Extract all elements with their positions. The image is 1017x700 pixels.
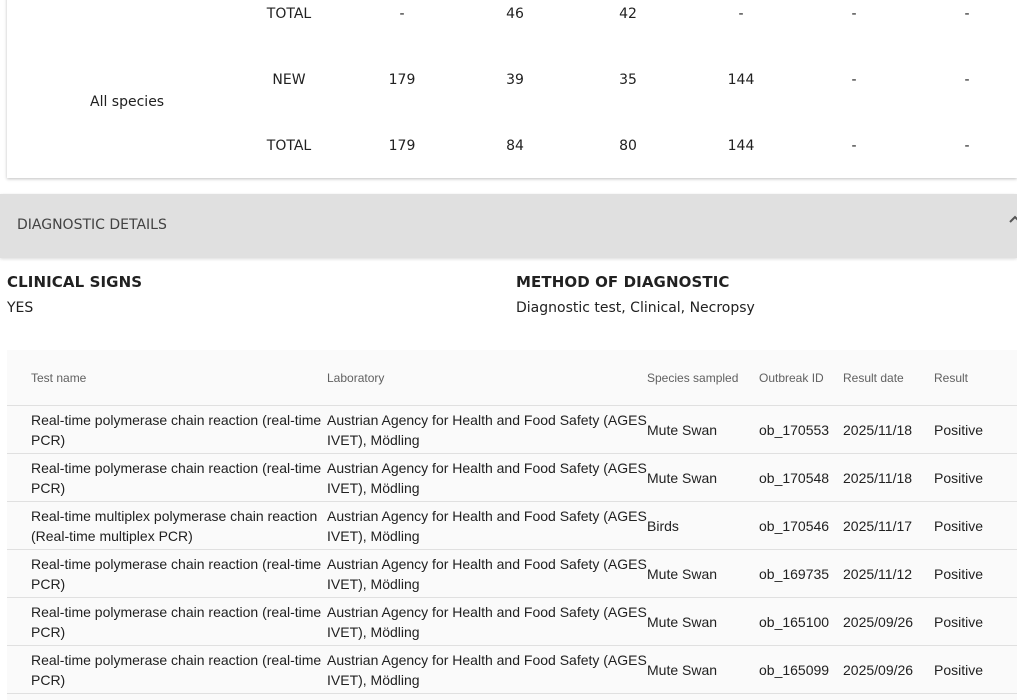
species-cell: Mute Swan (647, 453, 759, 502)
test-name-cell: Real-time polymerase chain reaction (rea… (7, 453, 327, 502)
summary-cell: - (964, 138, 970, 154)
test-name-cell: Real-time polymerase chain reaction (rea… (7, 405, 327, 454)
summary-cell: 179 (388, 138, 416, 154)
result-cell: Positive (934, 645, 1017, 694)
summary-cell: - (964, 72, 970, 88)
table-row[interactable]: Real-time polymerase chain reaction (rea… (7, 405, 1017, 454)
summary-cell: - (851, 6, 857, 22)
table-row[interactable]: Real-time polymerase chain reaction (rea… (7, 645, 1017, 694)
column-header-result[interactable]: Result (934, 350, 1017, 406)
summary-cell: - (738, 6, 744, 22)
species-summary-card: TOTAL - 46 42 - - - All species NEW 179 … (7, 0, 1017, 178)
method-of-diagnostic-heading: METHOD OF DIAGNOSTIC (516, 273, 730, 291)
clinical-signs-heading: CLINICAL SIGNS (7, 273, 143, 291)
result-date-cell: 2025/11/12 (843, 549, 934, 598)
result-date-cell: 2025/11/18 (843, 405, 934, 454)
test-name-cell: Real-time polymerase chain reaction (rea… (7, 645, 327, 694)
laboratory-cell: Austrian Agency for Health and Food Safe… (327, 645, 647, 694)
column-header-test-name[interactable]: Test name (7, 350, 327, 406)
summary-cell: 42 (619, 6, 637, 22)
summary-cell: 84 (506, 138, 524, 154)
laboratory-cell: Austrian Agency for Health and Food Safe… (327, 549, 647, 598)
page: TOTAL - 46 42 - - - All species NEW 179 … (0, 0, 1017, 700)
summary-cell: - (851, 138, 857, 154)
test-name-cell: Real-time polymerase chain reaction (rea… (7, 597, 327, 646)
summary-cell: 46 (506, 6, 524, 22)
result-cell: Positive (934, 549, 1017, 598)
table-row[interactable]: Real-time polymerase chain reaction (rea… (7, 549, 1017, 598)
result-date-cell: 2025/09/26 (843, 645, 934, 694)
summary-cell: 144 (727, 72, 755, 88)
summary-cell: 144 (727, 138, 755, 154)
summary-cell: 80 (619, 138, 637, 154)
summary-cell: 179 (388, 72, 416, 88)
summary-cell: - (851, 72, 857, 88)
species-cell: Mute Swan (647, 405, 759, 454)
species-cell: Mute Swan (647, 645, 759, 694)
test-name-cell: Real-time multiplex polymerase chain rea… (7, 501, 327, 550)
laboratory-cell: Austrian Agency for Health and Food Safe… (327, 453, 647, 502)
method-of-diagnostic-value: Diagnostic test, Clinical, Necropsy (516, 300, 755, 316)
test-name-cell: Real-time polymerase chain reaction (rea… (7, 549, 327, 598)
outbreak-id-cell: ob_170546 (759, 501, 843, 550)
species-cell: Mute Swan (647, 549, 759, 598)
summary-row-type: TOTAL (266, 138, 312, 154)
diagnostic-details-title: DIAGNOSTIC DETAILS (17, 217, 167, 233)
diagnostic-tests-table: Test name Laboratory Species sampled Out… (7, 350, 1017, 700)
column-header-result-date[interactable]: Result date (843, 350, 934, 406)
summary-cell: - (399, 6, 405, 22)
clinical-signs-block: CLINICAL SIGNS YES (7, 273, 142, 316)
summary-cell: 35 (619, 72, 637, 88)
outbreak-id-cell: ob_170553 (759, 405, 843, 454)
result-date-cell: 2025/09/26 (843, 597, 934, 646)
summary-cell: - (964, 6, 970, 22)
method-of-diagnostic-block: METHOD OF DIAGNOSTIC Diagnostic test, Cl… (516, 273, 755, 316)
result-date-cell: 2025/11/17 (843, 501, 934, 550)
table-header-row: Test name Laboratory Species sampled Out… (7, 350, 1017, 406)
summary-cell: 39 (506, 72, 524, 88)
laboratory-cell: Austrian Agency for Health and Food Safe… (327, 597, 647, 646)
laboratory-cell: Austrian Agency for Health and Food Safe… (327, 501, 647, 550)
summary-row-type: TOTAL (266, 6, 312, 22)
outbreak-id-cell: ob_165100 (759, 597, 843, 646)
species-cell: Mute Swan (647, 597, 759, 646)
chevron-up-icon[interactable] (1009, 212, 1017, 224)
laboratory-cell: Austrian Agency for Health and Food Safe… (327, 405, 647, 454)
outbreak-id-cell: ob_165099 (759, 645, 843, 694)
result-cell: Positive (934, 405, 1017, 454)
species-label: All species (90, 94, 165, 110)
table-row[interactable]: Real-time polymerase chain reaction (rea… (7, 453, 1017, 502)
column-header-species-sampled[interactable]: Species sampled (647, 350, 759, 406)
clinical-signs-value: YES (7, 300, 34, 316)
result-cell: Positive (934, 501, 1017, 550)
table-row[interactable]: Real-time polymerase chain reaction (rea… (7, 597, 1017, 646)
outbreak-id-cell: ob_170548 (759, 453, 843, 502)
result-cell: Positive (934, 453, 1017, 502)
column-header-laboratory[interactable]: Laboratory (327, 350, 647, 406)
result-date-cell: 2025/11/18 (843, 453, 934, 502)
column-header-outbreak-id[interactable]: Outbreak ID (759, 350, 843, 406)
result-cell: Positive (934, 597, 1017, 646)
species-cell: Birds (647, 501, 759, 550)
summary-row-type: NEW (272, 72, 306, 88)
diagnostic-details-header[interactable]: DIAGNOSTIC DETAILS (0, 194, 1017, 258)
outbreak-id-cell: ob_169735 (759, 549, 843, 598)
table-row[interactable]: Real-time multiplex polymerase chain rea… (7, 501, 1017, 550)
